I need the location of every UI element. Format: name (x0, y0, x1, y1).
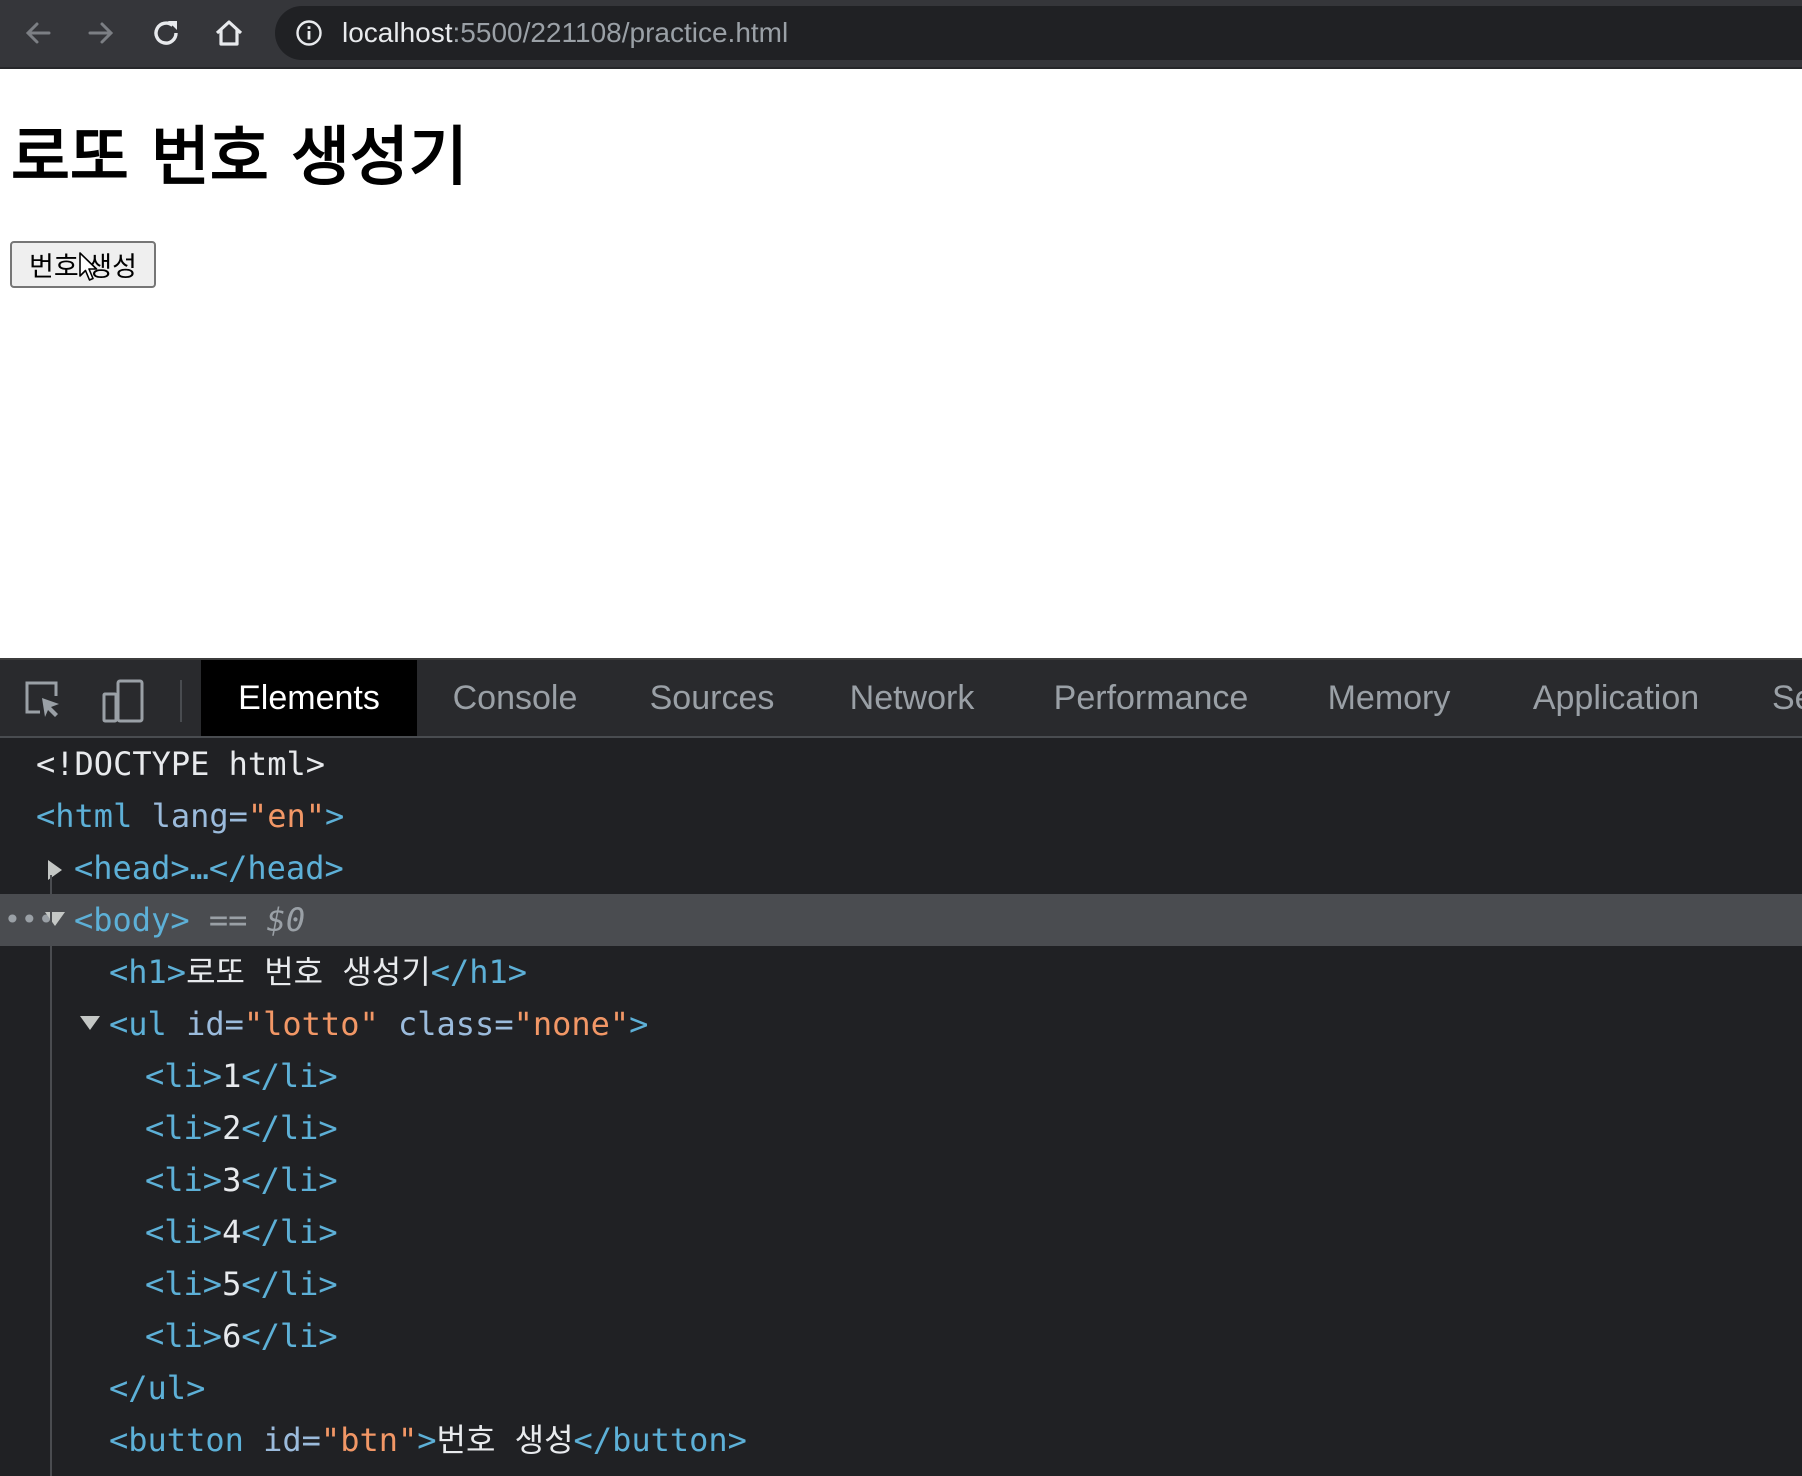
tab-console[interactable]: Console (430, 660, 600, 736)
tab-network[interactable]: Network (832, 660, 992, 736)
tabbar-divider (180, 680, 182, 722)
back-button[interactable] (15, 10, 61, 56)
devtools-panel: Elements Console Sources Network Perform… (0, 658, 1802, 1476)
device-toggle-icon[interactable] (101, 678, 147, 724)
dom-tree: <!DOCTYPE html> <html lang="en"> <head>…… (0, 738, 1802, 1476)
collapse-triangle-icon[interactable] (80, 1016, 100, 1030)
info-icon[interactable] (295, 19, 323, 47)
back-arrow-icon (25, 22, 51, 44)
dom-node-button[interactable]: <button id="btn">번호 생성</button> (109, 1414, 747, 1466)
dom-node-li[interactable]: <li>2</li> (145, 1102, 338, 1154)
dom-node-ul[interactable]: <ul id="lotto" class="none"> (0, 998, 800, 1050)
dom-node-li[interactable]: <li>5</li> (145, 1258, 338, 1310)
dom-node-html[interactable]: <html lang="en"> (36, 790, 344, 842)
address-bar[interactable]: localhost:5500/221108/practice.html (275, 6, 1802, 60)
tab-memory[interactable]: Memory (1314, 660, 1464, 736)
dom-node-head[interactable]: <head>…</head> (0, 842, 500, 894)
url-host: localhost (342, 17, 453, 48)
forward-button[interactable] (78, 10, 124, 56)
home-button[interactable] (206, 10, 252, 56)
inspect-element-icon[interactable] (22, 678, 64, 720)
reload-button[interactable] (143, 10, 189, 56)
tab-application[interactable]: Application (1518, 660, 1714, 736)
dom-node-li[interactable]: <li>6</li> (145, 1310, 338, 1362)
dom-node-h1[interactable]: <h1>로또 번호 생성기</h1> (109, 946, 527, 998)
dom-node-li[interactable]: <li>1</li> (145, 1050, 338, 1102)
dom-node-ul-close[interactable]: </ul> (109, 1362, 205, 1414)
dom-node-doctype[interactable]: <!DOCTYPE html> (36, 738, 325, 790)
page-title: 로또 번호 생성기 (11, 121, 468, 195)
dom-node-li[interactable]: <li>4</li> (145, 1206, 338, 1258)
url-path: :5500/221108/practice.html (452, 17, 789, 48)
tab-sources[interactable]: Sources (630, 660, 794, 736)
dom-node-li[interactable]: <li>3</li> (145, 1154, 338, 1206)
url-text[interactable]: localhost:5500/221108/practice.html (342, 6, 788, 60)
tree-indent-guide (50, 875, 52, 1476)
home-icon (215, 20, 243, 46)
tab-performance[interactable]: Performance (1044, 660, 1258, 736)
tab-security-truncated[interactable]: Se (1772, 660, 1802, 736)
page-viewport: 로또 번호 생성기 번호 생성 (0, 69, 1802, 658)
dom-node-body-selected[interactable]: ••• <body> == $0 (0, 894, 1802, 946)
forward-arrow-icon (88, 22, 114, 44)
devtools-tab-bar: Elements Console Sources Network Perform… (0, 660, 1802, 738)
reload-icon (154, 21, 178, 45)
collapse-triangle-icon[interactable] (45, 912, 65, 926)
browser-toolbar: localhost:5500/221108/practice.html (0, 0, 1802, 69)
mouse-cursor-icon (79, 252, 98, 281)
tab-elements[interactable]: Elements (201, 660, 417, 736)
